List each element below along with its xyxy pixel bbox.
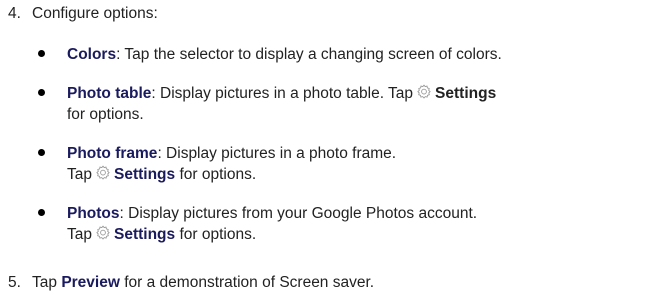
tap-prefix: Tap bbox=[67, 166, 92, 183]
step-suffix: for a demonstration of Screen saver. bbox=[124, 274, 375, 291]
instruction-page: 4. Configure options: Colors: Tap the sel… bbox=[0, 0, 652, 304]
list-item-photo-table: Photo table: Display pictures in a photo… bbox=[38, 83, 648, 125]
tap-prefix: Tap bbox=[67, 226, 92, 243]
description-line2: for options. bbox=[179, 166, 257, 183]
description: : Display pictures in a photo frame. bbox=[157, 145, 397, 162]
step-prefix: Tap bbox=[32, 274, 57, 291]
list-item-photo-frame: Photo frame: Display pictures in a photo… bbox=[38, 143, 648, 185]
settings-label: Settings bbox=[114, 166, 176, 183]
settings-label: Settings bbox=[435, 85, 497, 102]
term-photos: Photos bbox=[67, 205, 120, 222]
bullet-dot-icon bbox=[38, 50, 45, 57]
step-number: 5. bbox=[8, 274, 21, 291]
description: : Display pictures from your Google Phot… bbox=[119, 205, 478, 222]
description: : Tap the selector to display a changing… bbox=[116, 46, 502, 63]
description-line2: for options. bbox=[67, 106, 144, 123]
step-5: 5. Tap Preview for a demonstration of Scr… bbox=[8, 273, 374, 293]
description: : Display pictures in a photo table. Tap bbox=[151, 85, 414, 102]
step-number: 4. bbox=[8, 5, 21, 22]
step-text: Configure options: bbox=[32, 5, 158, 22]
bullet-dot-icon bbox=[38, 89, 45, 96]
settings-label: Settings bbox=[114, 226, 176, 243]
list-item-photos: Photos: Display pictures from your Googl… bbox=[38, 203, 648, 245]
step-4: 4. Configure options: bbox=[8, 4, 158, 24]
settings-gear-icon bbox=[95, 165, 111, 181]
description-line2: for options. bbox=[179, 226, 257, 243]
preview-label: Preview bbox=[61, 274, 120, 291]
bullet-dot-icon bbox=[38, 149, 45, 156]
term-photo-frame: Photo frame bbox=[67, 145, 158, 162]
list-item-colors: Colors: Tap the selector to display a ch… bbox=[38, 44, 648, 65]
settings-gear-icon bbox=[416, 84, 432, 100]
settings-gear-icon bbox=[95, 225, 111, 241]
bullet-dot-icon bbox=[38, 209, 45, 216]
term-colors: Colors bbox=[67, 46, 117, 63]
term-photo-table: Photo table bbox=[67, 85, 152, 102]
